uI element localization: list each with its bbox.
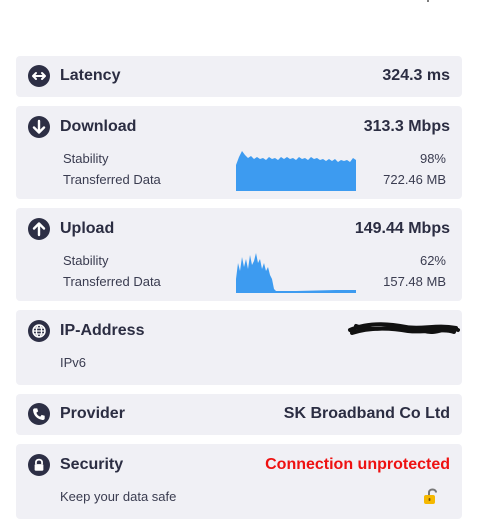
download-transferred-label: Transferred Data <box>63 172 161 187</box>
ip-card: IP-Address IPv6 <box>16 310 462 385</box>
download-value: 313.3 Mbps <box>363 118 450 135</box>
arrows-horizontal-icon <box>28 65 50 87</box>
download-stability-value: 98% <box>419 151 446 166</box>
phone-icon <box>28 403 50 425</box>
download-speed-graph <box>236 151 356 191</box>
ip-version: IPv6 <box>60 355 87 370</box>
latency-value: 324.3 ms <box>382 67 450 84</box>
download-stability-label: Stability <box>63 151 109 166</box>
provider-card: Provider SK Broadband Co Ltd <box>16 394 462 435</box>
download-label: Download <box>60 118 137 135</box>
security-label: Security <box>60 456 124 473</box>
download-transferred-value: 722.46 MB <box>383 172 446 187</box>
security-status: Connection unprotected <box>265 456 450 473</box>
menu-dot <box>427 0 429 2</box>
security-card: Security Connection unprotected Keep you… <box>16 444 462 519</box>
latency-label: Latency <box>60 67 121 84</box>
lock-icon <box>28 454 50 476</box>
globe-icon <box>28 320 50 342</box>
upload-transferred-value: 157.48 MB <box>383 274 446 289</box>
provider-value: SK Broadband Co Ltd <box>283 405 450 422</box>
upload-label: Upload <box>60 220 115 237</box>
upload-stability-value: 62% <box>419 253 446 268</box>
arrow-down-circle-icon <box>28 116 50 138</box>
ip-redaction-scribble <box>348 322 460 335</box>
ip-label: IP-Address <box>60 322 145 339</box>
latency-card: Latency 324.3 ms <box>16 56 462 97</box>
upload-transferred-label: Transferred Data <box>63 274 161 289</box>
unlocked-padlock-icon <box>424 488 437 504</box>
download-card: Download 313.3 Mbps Stability Transferre… <box>16 106 462 199</box>
upload-card: Upload 149.44 Mbps Stability Transferred… <box>16 208 462 301</box>
security-hint: Keep your data safe <box>60 489 177 504</box>
upload-value: 149.44 Mbps <box>354 220 450 237</box>
arrow-up-circle-icon <box>28 218 50 240</box>
provider-label: Provider <box>60 405 125 422</box>
upload-stability-label: Stability <box>63 253 109 268</box>
upload-speed-graph <box>236 253 356 293</box>
